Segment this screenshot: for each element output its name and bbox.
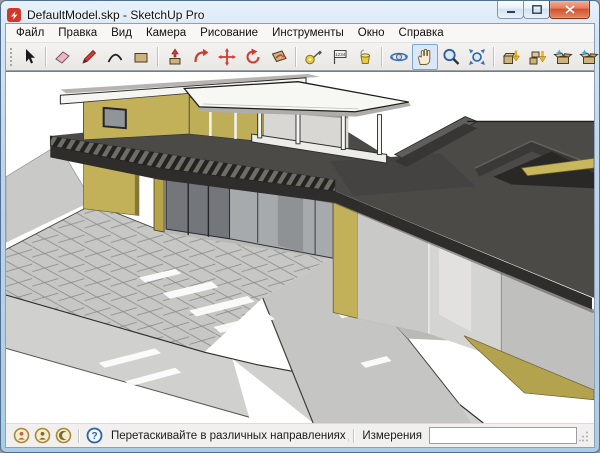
line-tool-button[interactable]	[76, 44, 102, 70]
zoom-tool-button[interactable]	[438, 44, 464, 70]
offset-icon	[269, 47, 289, 67]
tape-measure-icon	[303, 47, 323, 67]
zoom-extents-icon	[467, 47, 487, 67]
download-models-icon	[527, 47, 547, 67]
menu-file[interactable]: Файл	[9, 25, 51, 41]
zoom-extents-tool-button[interactable]	[464, 44, 490, 70]
pan-tool-button[interactable]	[412, 44, 438, 70]
arc-icon	[105, 47, 125, 67]
toolbar-separator	[381, 47, 383, 67]
select-arrow-icon	[19, 47, 39, 67]
house-model-svg	[6, 72, 594, 423]
rectangle-tool-button[interactable]	[128, 44, 154, 70]
get-models-button[interactable]	[498, 44, 524, 70]
toolbar-separator	[157, 47, 159, 67]
maximize-icon	[532, 5, 542, 14]
paint-bucket-tool-button[interactable]	[352, 44, 378, 70]
sketchup-window: DefaultModel.skp - SketchUp Pro Файл Пра…	[0, 0, 600, 453]
dimension-flag-icon: 1234	[329, 47, 349, 67]
menu-window[interactable]: Окно	[351, 25, 392, 41]
statusbar-separator	[353, 429, 355, 443]
move-tool-button[interactable]	[214, 44, 240, 70]
toolbar-separator	[493, 47, 495, 67]
window-title: DefaultModel.skp - SketchUp Pro	[27, 8, 204, 22]
attribution-icon[interactable]	[34, 427, 51, 444]
pan-hand-icon	[415, 47, 435, 67]
measurements-input[interactable]	[429, 427, 577, 444]
zoom-icon	[441, 47, 461, 67]
follow-me-tool-button[interactable]	[188, 44, 214, 70]
push-pull-tool-button[interactable]	[162, 44, 188, 70]
menu-edit[interactable]: Правка	[51, 25, 104, 41]
claim-model-icon[interactable]	[13, 427, 30, 444]
toolbar-grip[interactable]	[10, 48, 12, 66]
menu-view[interactable]: Вид	[104, 25, 139, 41]
share-component-button[interactable]	[576, 44, 600, 70]
toolbar-separator	[295, 47, 297, 67]
share-component-icon	[579, 47, 599, 67]
paint-bucket-icon	[355, 47, 375, 67]
get-models-icon	[501, 47, 521, 67]
orbit-icon	[389, 47, 409, 67]
select-tool-button[interactable]	[16, 44, 42, 70]
push-pull-icon	[165, 47, 185, 67]
client-area: Файл Правка Вид Камера Рисование Инструм…	[5, 23, 595, 448]
share-model-button[interactable]	[550, 44, 576, 70]
offset-tool-button[interactable]	[266, 44, 292, 70]
menu-camera[interactable]: Камера	[139, 25, 193, 41]
status-hint-text: Перетаскивайте в различных направлениях …	[111, 430, 349, 442]
toolbar: 1234	[6, 43, 594, 71]
share-model-icon	[553, 47, 573, 67]
menu-help[interactable]: Справка	[392, 25, 451, 41]
dimension-flag-text: 1234	[335, 51, 346, 56]
move-icon	[217, 47, 237, 67]
sketchup-logo-icon	[7, 8, 21, 22]
rotate-tool-button[interactable]	[240, 44, 266, 70]
eraser-tool-button[interactable]	[50, 44, 76, 70]
eraser-icon	[53, 47, 73, 67]
tape-measure-tool-button[interactable]	[300, 44, 326, 70]
pencil-icon	[79, 47, 99, 67]
arc-tool-button[interactable]	[102, 44, 128, 70]
close-button[interactable]	[549, 1, 590, 19]
statusbar-separator	[78, 429, 80, 443]
status-bar: ? Перетаскивайте в различных направления…	[6, 423, 594, 447]
window-controls	[498, 1, 590, 19]
download-models-button[interactable]	[524, 44, 550, 70]
minimize-button[interactable]	[497, 1, 524, 19]
menu-draw[interactable]: Рисование	[193, 25, 265, 41]
maximize-button[interactable]	[523, 1, 550, 19]
orbit-tool-button[interactable]	[386, 44, 412, 70]
model-viewport[interactable]	[6, 71, 594, 423]
help-icon[interactable]: ?	[86, 427, 103, 444]
menu-tools[interactable]: Инструменты	[265, 25, 351, 41]
dimension-tool-button[interactable]: 1234	[326, 44, 352, 70]
menu-bar: Файл Правка Вид Камера Рисование Инструм…	[6, 24, 594, 43]
geolocation-icon[interactable]	[55, 427, 72, 444]
minimize-icon	[506, 5, 516, 14]
resize-grip[interactable]	[579, 430, 589, 442]
close-icon	[565, 5, 575, 14]
follow-me-icon	[191, 47, 211, 67]
toolbar-separator	[45, 47, 47, 67]
rectangle-icon	[131, 47, 151, 67]
help-glyph: ?	[91, 431, 97, 442]
measurements-label: Измерения	[362, 430, 422, 442]
rotate-icon	[243, 47, 263, 67]
